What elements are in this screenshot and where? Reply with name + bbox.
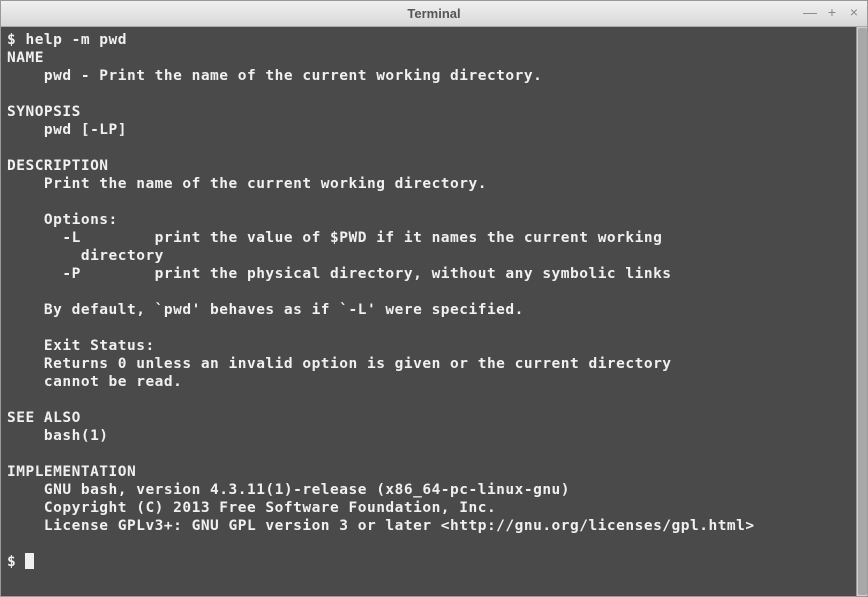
- minimize-icon[interactable]: —: [803, 5, 817, 19]
- section-header-synopsis: SYNOPSIS: [7, 104, 81, 120]
- section-header-seealso: SEE ALSO: [7, 410, 81, 426]
- window-controls: — + ×: [803, 5, 861, 19]
- maximize-icon[interactable]: +: [825, 5, 839, 19]
- impl-version-line: GNU bash, version 4.3.11(1)-release (x86…: [7, 482, 570, 498]
- description-line: Print the name of the current working di…: [7, 176, 487, 192]
- prompt: $: [7, 32, 25, 48]
- options-label: Options:: [7, 212, 118, 228]
- terminal-content[interactable]: $ help -m pwd NAME pwd - Print the name …: [1, 27, 856, 596]
- terminal-area: $ help -m pwd NAME pwd - Print the name …: [1, 27, 867, 596]
- section-header-name: NAME: [7, 50, 44, 66]
- impl-copyright-line: Copyright (C) 2013 Free Software Foundat…: [7, 500, 496, 516]
- impl-license-line: License GPLv3+: GNU GPL version 3 or lat…: [7, 518, 755, 534]
- section-header-description: DESCRIPTION: [7, 158, 109, 174]
- option-P-line: -P print the physical directory, without…: [7, 266, 672, 282]
- titlebar: Terminal — + ×: [1, 1, 867, 27]
- exit-status-line2: cannot be read.: [7, 374, 182, 390]
- seealso-line: bash(1): [7, 428, 109, 444]
- name-description: pwd - Print the name of the current work…: [7, 68, 542, 84]
- default-behavior-line: By default, `pwd' behaves as if `-L' wer…: [7, 302, 524, 318]
- exit-status-header: Exit Status:: [7, 338, 155, 354]
- section-header-implementation: IMPLEMENTATION: [7, 464, 136, 480]
- cursor-icon: [25, 553, 34, 569]
- synopsis-line: pwd [-LP]: [7, 122, 127, 138]
- scrollbar-thumb[interactable]: [858, 28, 867, 595]
- scrollbar[interactable]: [856, 27, 867, 596]
- window-title: Terminal: [407, 6, 460, 21]
- close-icon[interactable]: ×: [847, 5, 861, 19]
- command-text: help -m pwd: [25, 32, 127, 48]
- option-L-line2: directory: [7, 248, 164, 264]
- terminal-window: Terminal — + × $ help -m pwd NAME pwd - …: [0, 0, 868, 597]
- prompt: $: [7, 554, 25, 570]
- exit-status-line1: Returns 0 unless an invalid option is gi…: [7, 356, 672, 372]
- option-L-line1: -L print the value of $PWD if it names t…: [7, 230, 662, 246]
